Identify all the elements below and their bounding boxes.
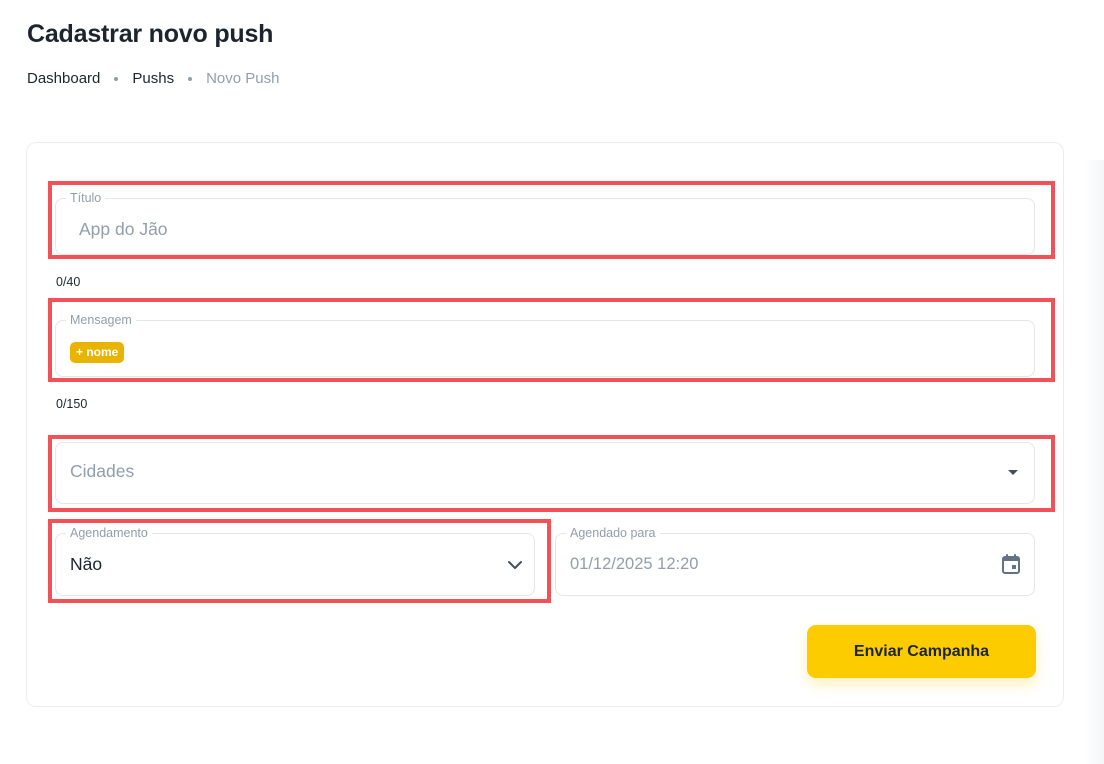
agendado-para-label: Agendado para bbox=[570, 526, 656, 540]
calendar-icon[interactable] bbox=[1001, 553, 1021, 575]
chevron-down-icon bbox=[508, 561, 522, 569]
titulo-field[interactable]: Título bbox=[55, 191, 1035, 255]
breadcrumb: Dashboard Pushs Novo Push bbox=[27, 70, 279, 87]
agendado-para-value: 01/12/2025 12:20 bbox=[570, 555, 699, 573]
page-title: Cadastrar novo push bbox=[27, 20, 274, 48]
enviar-campanha-button[interactable]: Enviar Campanha bbox=[807, 625, 1036, 678]
breadcrumb-separator bbox=[188, 76, 193, 81]
agendamento-select[interactable]: Agendamento bbox=[55, 526, 535, 596]
breadcrumb-dashboard[interactable]: Dashboard bbox=[27, 70, 100, 87]
name-variable-chip[interactable]: + nome bbox=[70, 342, 125, 363]
agendamento-label: Agendamento bbox=[70, 526, 148, 540]
mensagem-field[interactable]: Mensagem bbox=[55, 313, 1035, 377]
breadcrumb-current: Novo Push bbox=[206, 70, 280, 87]
titulo-input[interactable]: App do Jão bbox=[79, 219, 168, 240]
breadcrumb-separator bbox=[114, 76, 119, 81]
cidades-select[interactable] bbox=[55, 442, 1035, 504]
titulo-label: Título bbox=[70, 191, 102, 205]
mensagem-counter: 0/150 bbox=[56, 397, 88, 411]
breadcrumb-pushs[interactable]: Pushs bbox=[132, 70, 174, 87]
cidades-placeholder: Cidades bbox=[70, 461, 135, 481]
titulo-counter: 0/40 bbox=[56, 275, 81, 289]
agendamento-value: Não bbox=[70, 554, 103, 574]
mensagem-label: Mensagem bbox=[70, 313, 132, 327]
right-edge-shade bbox=[1084, 160, 1104, 764]
caret-down-icon bbox=[1008, 470, 1018, 475]
